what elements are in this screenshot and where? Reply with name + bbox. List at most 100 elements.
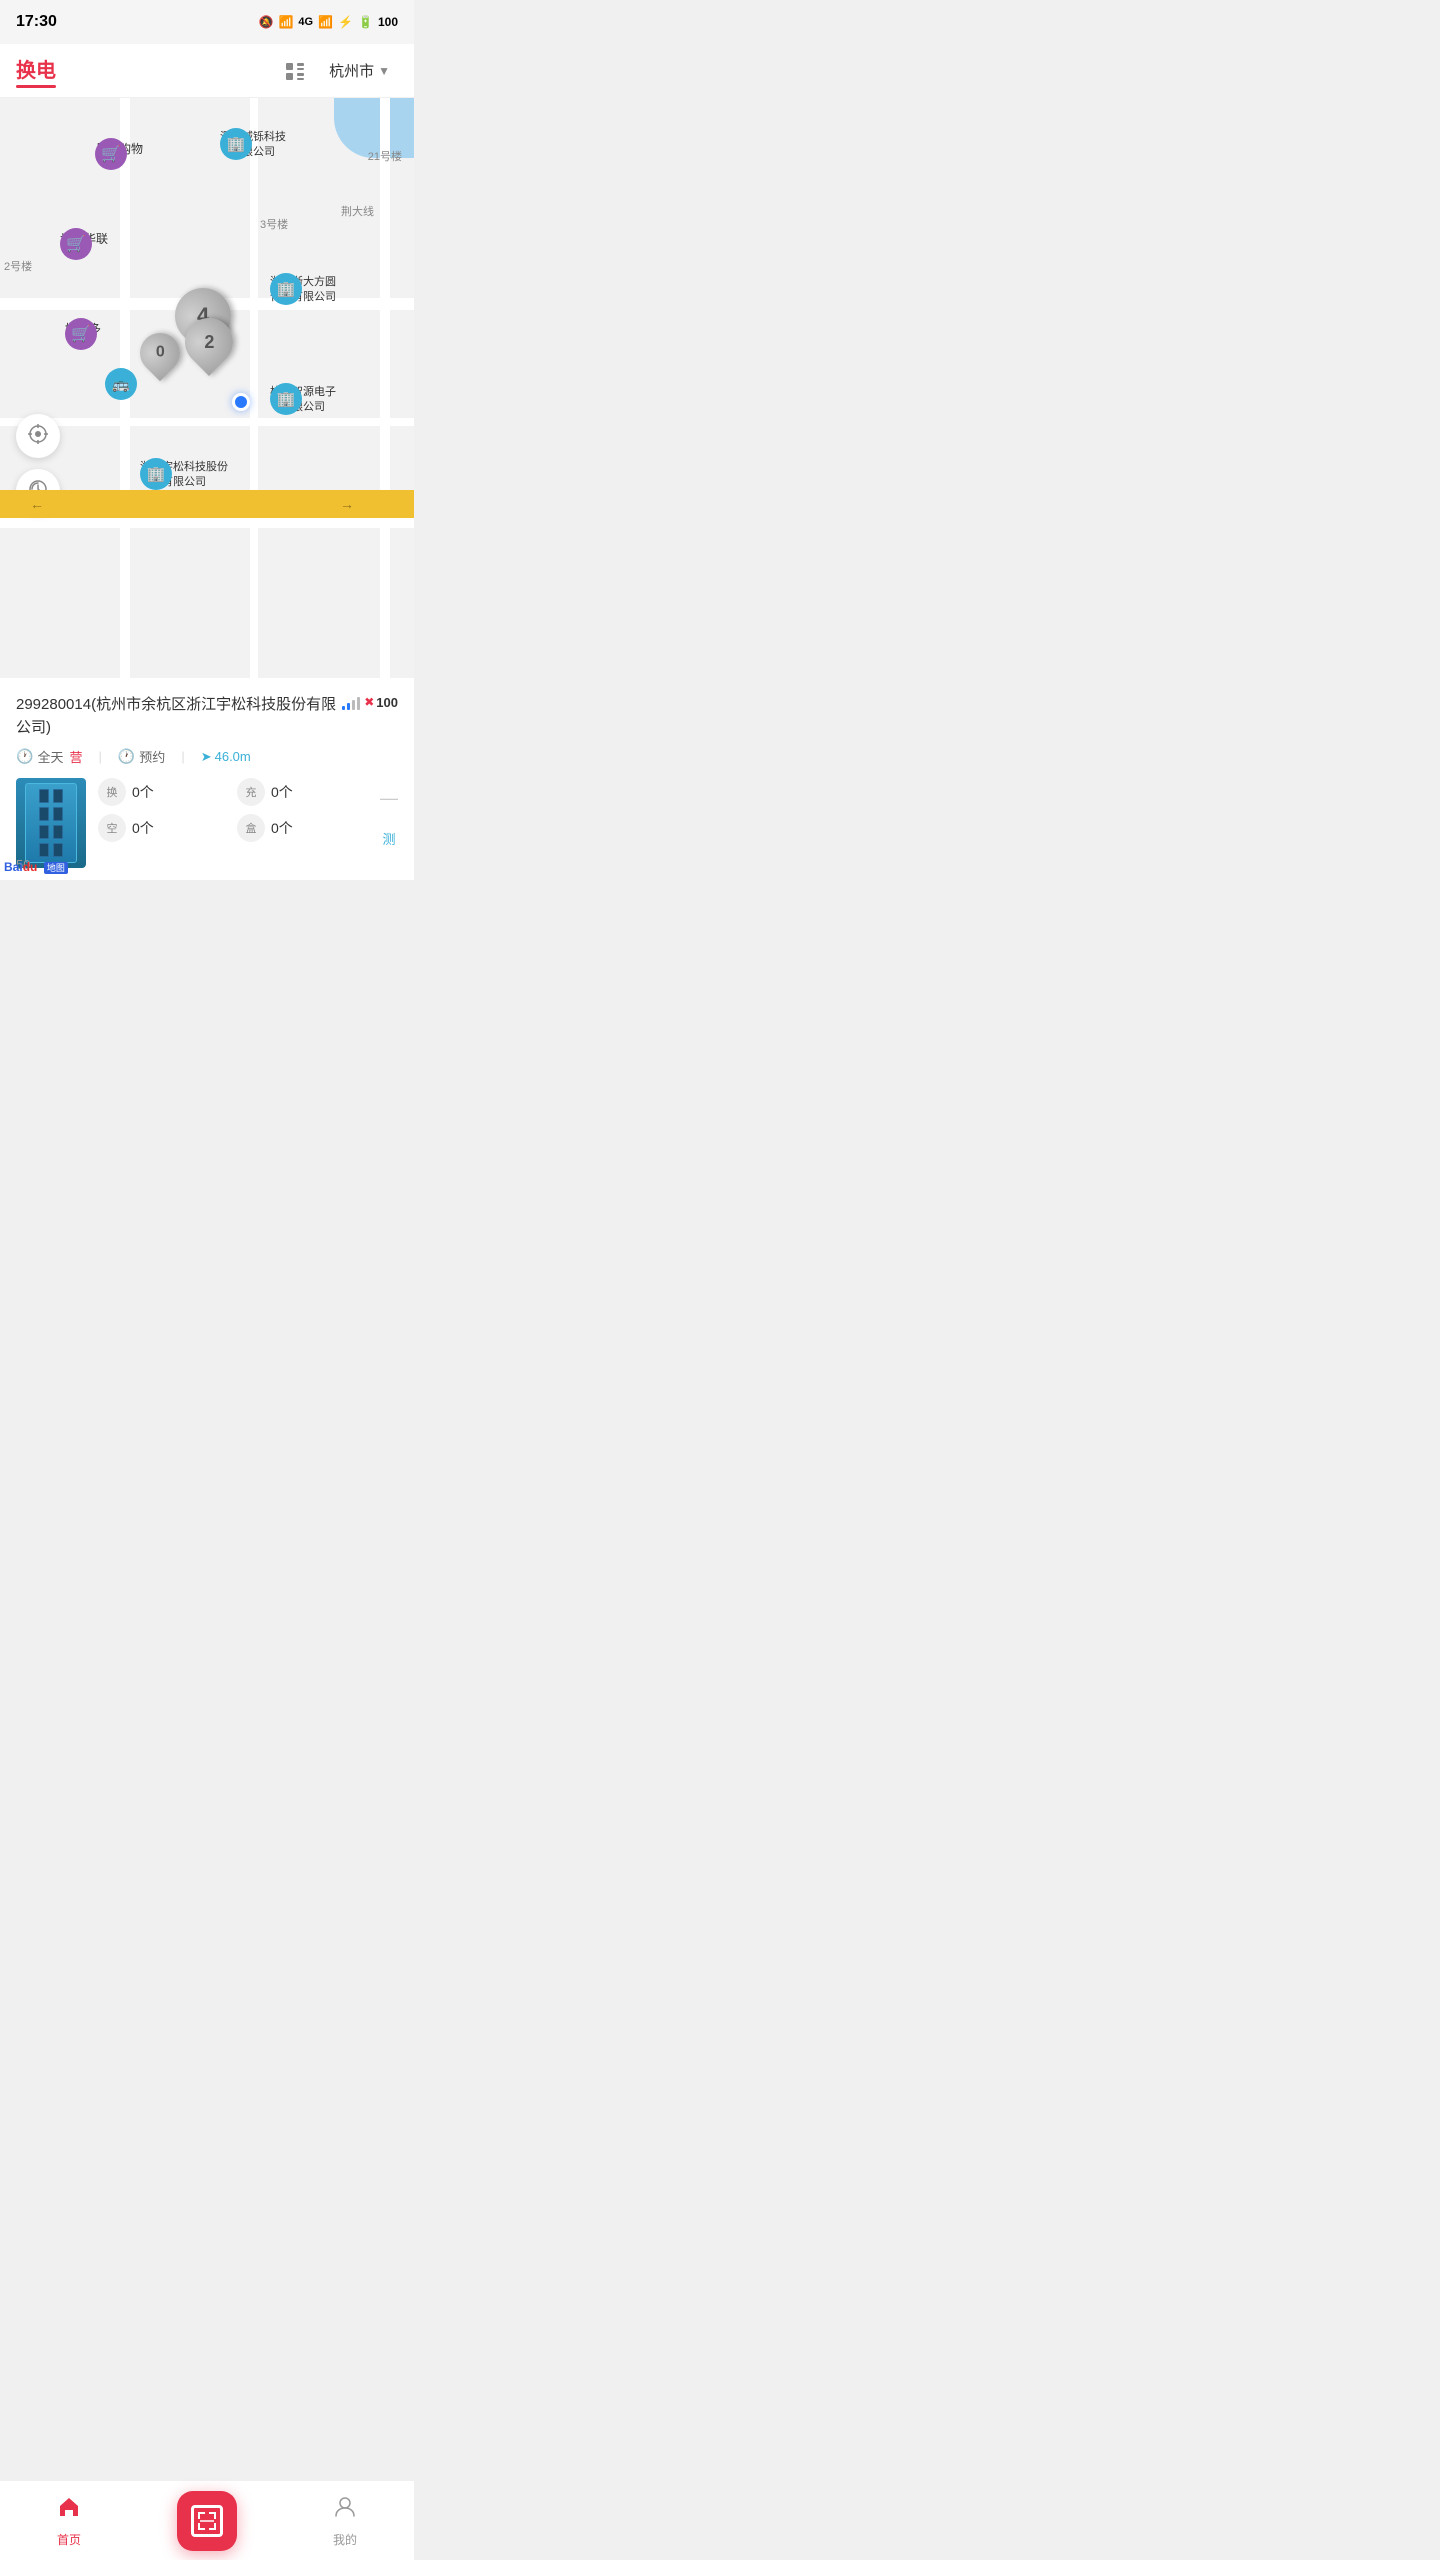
city-name: 杭州市 — [329, 60, 374, 81]
station-info-card: 299280014(杭州市余杭区浙江宇松科技股份有限公司) ✖ 100 🕐 全天… — [0, 678, 414, 880]
bottom-nav: 首页 — [0, 2480, 414, 2560]
poi-shiji[interactable]: 🛒 世纪华联 — [60, 228, 108, 247]
distance-meta: ➤ 46.0m — [201, 749, 251, 765]
cluster-pin-0[interactable]: 0 — [140, 333, 180, 373]
stat-swap: 换 0个 — [98, 778, 229, 806]
poi-zhiyuan[interactable]: 🏢 杭州智源电子有限公司 — [270, 383, 336, 416]
box-icon-wrap: 盒 — [237, 814, 265, 842]
slot-8 — [53, 843, 63, 857]
slot-3 — [39, 807, 49, 821]
status-icons: 🔕 📶 4G 📶 ⚡ 🔋 100 — [259, 15, 398, 29]
road-label-jing: 荆大线 — [341, 203, 374, 219]
all-day-label: 全天 — [37, 747, 63, 766]
cluster-2-value: 2 — [204, 332, 214, 353]
silent-icon: 🔕 — [259, 15, 274, 29]
poi-shenzhen-co[interactable]: 🏢 深圳城铄科技有限公司 — [220, 128, 286, 161]
poi-yusong[interactable]: 🏢 浙江宇松科技股份有限公司 — [140, 458, 228, 491]
poi-zheda[interactable]: 🏢 浙江浙大方圆化工有限公司 — [270, 273, 336, 306]
card-body: 换 0个 充 0个 空 0个 盒 0个 — [16, 778, 398, 868]
top-nav: 换电 杭州市 ▼ — [0, 44, 414, 98]
building-label-21: 21号楼 — [368, 148, 402, 164]
battery-icon: 🔋 — [358, 15, 373, 29]
nav-title-wrap: 换电 — [16, 54, 56, 88]
road-vertical-3 — [380, 98, 390, 678]
slot-7 — [39, 843, 49, 857]
slot-statistics: 换 0个 充 0个 空 0个 盒 0个 — [98, 778, 368, 842]
battery-level: 100 — [378, 15, 398, 29]
empty-icon: 空 — [107, 820, 118, 836]
city-selector[interactable]: 杭州市 ▼ — [321, 56, 398, 85]
stat-empty: 空 0个 — [98, 814, 229, 842]
building-label-2: 2号楼 — [4, 258, 32, 274]
scan-icon — [191, 2505, 223, 2537]
signal-error-icon: ✖ — [364, 695, 374, 709]
map-background — [0, 98, 414, 678]
nav-home[interactable]: 首页 — [0, 2494, 138, 2548]
road-arrow-left: ← — [30, 496, 44, 512]
map-link[interactable]: 测 — [382, 829, 395, 848]
clock-icon: 🕐 — [16, 748, 33, 765]
signal-bar-3 — [352, 700, 355, 710]
signal-value: 100 — [376, 695, 398, 710]
nav-profile[interactable]: 我的 — [276, 2494, 414, 2548]
slot-1 — [39, 789, 49, 803]
meta-separator-2: | — [181, 749, 184, 764]
stat-charge: 充 0个 — [237, 778, 368, 806]
station-image — [16, 778, 86, 868]
profile-icon — [332, 2494, 358, 2527]
empty-icon-wrap: 空 — [98, 814, 126, 842]
swap-icon: 换 — [107, 784, 118, 800]
meta-separator-1: | — [98, 749, 101, 764]
grid-list-button[interactable] — [281, 57, 309, 85]
charge-count: 0个 — [271, 782, 293, 802]
slot-2 — [53, 789, 63, 803]
status-time: 17:30 — [16, 13, 57, 31]
scan-button[interactable] — [177, 2491, 237, 2551]
road-horizontal-2 — [0, 418, 414, 426]
baidu-logo: Baidu 地图 — [4, 858, 68, 876]
road-arrow-right: → — [340, 496, 354, 512]
cabinet-slots — [39, 789, 63, 857]
clock-icon-2: 🕐 — [118, 748, 135, 765]
locate-icon — [27, 423, 49, 450]
road-vertical-2 — [250, 98, 258, 678]
signal-4g-icon: 4G — [298, 16, 313, 28]
swap-count: 0个 — [132, 782, 154, 802]
card-header: 299280014(杭州市余杭区浙江宇松科技股份有限公司) ✖ 100 — [16, 694, 398, 739]
wifi-icon: 📶 — [278, 15, 293, 29]
charge-icon-wrap: 充 — [237, 778, 265, 806]
home-label: 首页 — [57, 2531, 81, 2548]
poi-pinquan[interactable]: 🛒 品全购物 — [95, 138, 143, 157]
map-container[interactable]: ← → 21号楼 2号楼 3号楼 荆大线 🛒 品全购物 🏢 深圳城铄科技有限公司… — [0, 98, 414, 678]
locate-button[interactable] — [16, 414, 60, 458]
bus-stop-marker[interactable]: 🚌 — [105, 368, 137, 400]
hours-meta: 🕐 全天 营 — [16, 747, 82, 766]
card-footer: 50 Baidu 地图 — [16, 868, 398, 880]
status-bar: 17:30 🔕 📶 4G 📶 ⚡ 🔋 100 — [0, 0, 414, 44]
slot-5 — [39, 825, 49, 839]
poi-haoyouduo[interactable]: 🛒 好又多 — [65, 318, 101, 337]
box-count: 0个 — [271, 818, 293, 838]
navigation-icon: ➤ — [201, 749, 212, 765]
cluster-pin-2[interactable]: 2 — [185, 318, 233, 366]
signal-display: ✖ 100 — [342, 694, 398, 710]
nav-title: 换电 — [16, 54, 56, 83]
dash-indicator: — — [380, 788, 398, 809]
empty-count: 0个 — [132, 818, 154, 838]
charge-icon: 充 — [246, 784, 257, 800]
road-horizontal-3 — [0, 518, 414, 528]
card-right: — 测 — [380, 778, 398, 858]
nav-title-underline — [16, 85, 56, 88]
chevron-down-icon: ▼ — [378, 64, 390, 78]
reservation-meta: 🕐 预约 — [118, 747, 165, 766]
user-location-dot — [232, 393, 250, 411]
station-meta: 🕐 全天 营 | 🕐 预约 | ➤ 46.0m — [16, 747, 398, 766]
signal-bar-4 — [357, 697, 360, 710]
swap-icon-wrap: 换 — [98, 778, 126, 806]
slot-4 — [53, 807, 63, 821]
cluster-0-value: 0 — [156, 344, 165, 362]
distance-value: 46.0m — [215, 749, 251, 764]
home-icon — [56, 2494, 82, 2527]
nav-scan[interactable] — [138, 2491, 276, 2551]
building-label-3: 3号楼 — [260, 216, 288, 232]
